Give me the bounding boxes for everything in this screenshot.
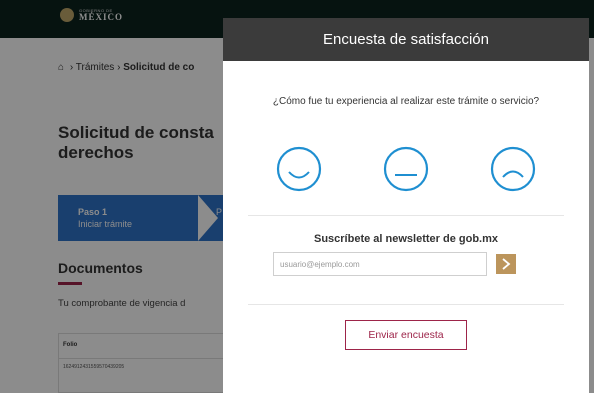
sad-face-icon[interactable] [489,145,537,193]
chevron-right-icon [502,258,511,270]
rating-faces [223,145,589,195]
survey-question: ¿Cómo fue tu experiencia al realizar est… [272,96,540,107]
happy-face-icon[interactable] [275,145,323,193]
modal-title: Encuesta de satisfacción [323,31,489,48]
survey-modal: Encuesta de satisfacción ¿Cómo fue tu ex… [223,18,589,393]
divider [248,215,564,216]
email-field[interactable] [273,252,487,276]
newsletter-title: Suscríbete al newsletter de gob.mx [313,233,498,245]
send-survey-button[interactable]: Enviar encuesta [345,320,467,350]
modal-header: Encuesta de satisfacción [223,18,589,61]
neutral-face-icon[interactable] [382,145,430,193]
divider [248,304,564,305]
subscribe-button[interactable] [496,254,516,274]
